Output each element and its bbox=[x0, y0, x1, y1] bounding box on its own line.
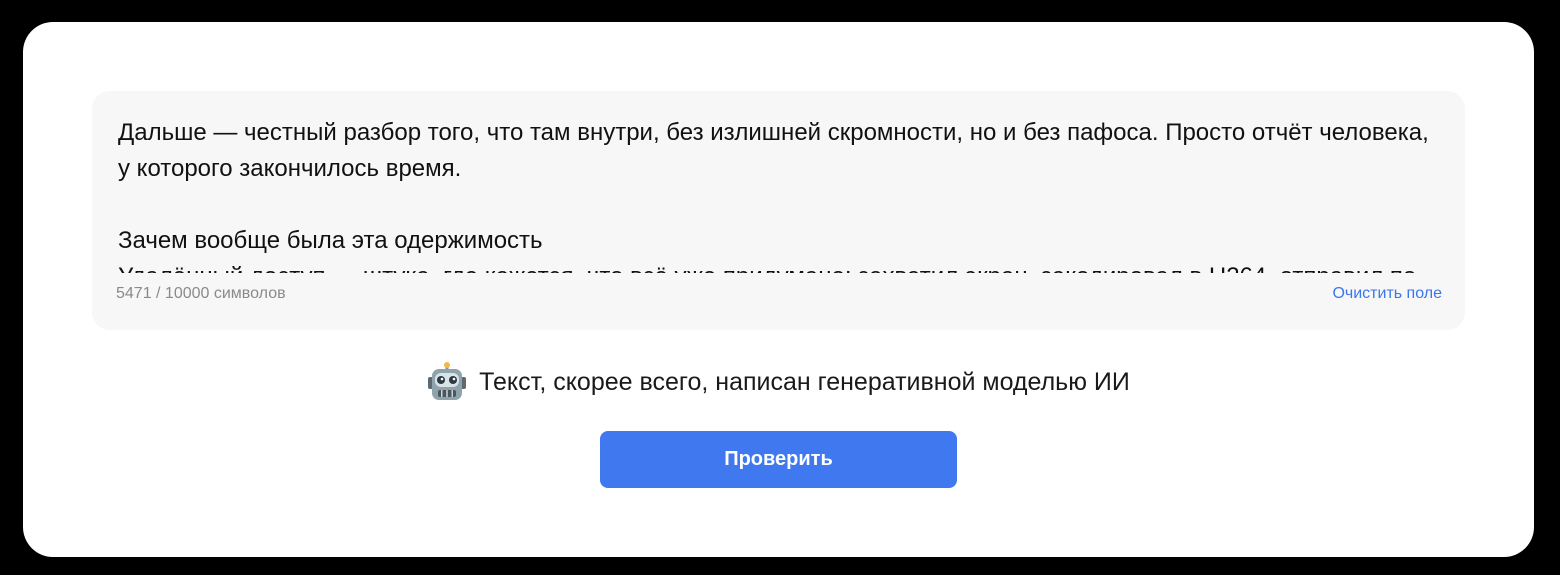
verdict-row: Текст, скорее всего, написан генеративно… bbox=[23, 362, 1534, 402]
verdict-text: Текст, скорее всего, написан генеративно… bbox=[479, 367, 1130, 396]
editor-footer-fade bbox=[92, 274, 1465, 330]
char-counter: 5471 / 10000 символов bbox=[116, 285, 286, 302]
text-input-area[interactable]: Дальше — честный разбор того, что там вн… bbox=[92, 91, 1465, 330]
clear-field-link[interactable]: Очистить поле bbox=[1332, 285, 1442, 303]
check-button[interactable]: Проверить bbox=[600, 431, 957, 488]
detector-card: Дальше — честный разбор того, что там вн… bbox=[23, 22, 1534, 557]
robot-icon bbox=[427, 362, 467, 402]
text-input-content[interactable]: Дальше — честный разбор того, что там вн… bbox=[118, 115, 1438, 273]
